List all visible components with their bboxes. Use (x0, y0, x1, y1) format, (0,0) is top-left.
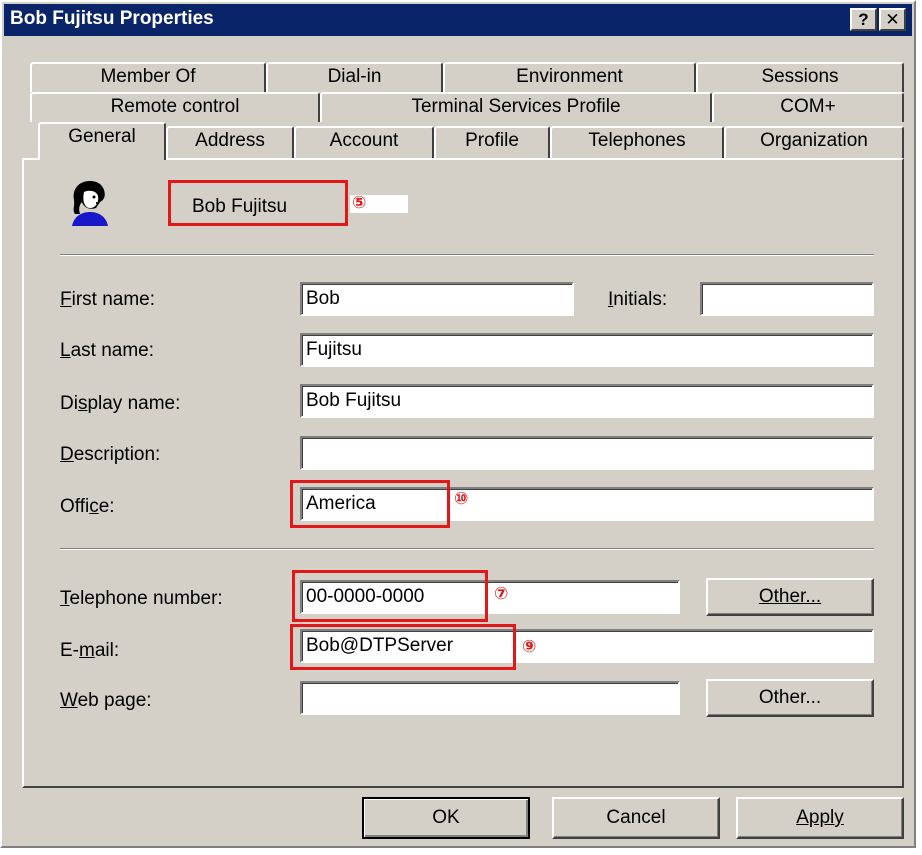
cancel-button-label: Cancel (606, 807, 666, 828)
tab-label: General (68, 126, 136, 147)
tab-label: Terminal Services Profile (411, 96, 621, 117)
description-field[interactable] (300, 436, 874, 470)
callout-7: ⑦ (494, 584, 509, 603)
web-page-label: Web page: (60, 690, 152, 711)
tab-label: Profile (465, 130, 519, 151)
apply-button-label: Apply (796, 807, 844, 828)
tab-dial-in[interactable]: Dial-in (266, 62, 443, 92)
help-icon: ? (858, 9, 869, 29)
tab-label: Organization (760, 130, 868, 151)
highlight-box-email (290, 624, 516, 670)
other-button-label: Other... (758, 687, 822, 708)
last-name-label: Last name: (60, 340, 155, 361)
display-name-label: Display name: (60, 393, 181, 414)
apply-button[interactable]: Apply (736, 797, 904, 839)
tab-com-plus[interactable]: COM+ (712, 92, 904, 122)
tab-label: Address (195, 130, 265, 151)
help-button[interactable]: ? (850, 8, 877, 31)
highlight-box-office (290, 480, 450, 528)
tab-label: Sessions (761, 66, 839, 87)
office-label: Office: (60, 496, 115, 517)
cancel-button[interactable]: Cancel (552, 797, 720, 839)
tab-terminal-services-profile[interactable]: Terminal Services Profile (320, 92, 712, 122)
tab-remote-control[interactable]: Remote control (30, 92, 320, 122)
tab-label: Dial-in (327, 66, 382, 87)
first-name-field[interactable]: Bob (300, 282, 574, 316)
separator (60, 548, 874, 550)
telephone-other-button[interactable]: Other... (706, 578, 874, 616)
last-name-field[interactable]: Fujitsu (300, 333, 874, 367)
tab-account[interactable]: Account (294, 126, 434, 158)
tab-general[interactable]: General (38, 122, 166, 160)
ok-button-label: OK (432, 807, 460, 828)
email-label: E-mail: (60, 640, 120, 661)
tab-label: Member Of (100, 66, 196, 87)
tab-telephones[interactable]: Telephones (550, 126, 724, 158)
initials-label: Initials: (608, 289, 668, 310)
tab-organization[interactable]: Organization (724, 126, 904, 158)
tab-environment[interactable]: Environment (443, 62, 696, 92)
tab-label: Account (329, 130, 399, 151)
web-page-field[interactable] (300, 681, 680, 715)
tab-label: Environment (516, 66, 623, 87)
tab-address[interactable]: Address (166, 126, 294, 158)
web-page-other-button[interactable]: Other... (706, 679, 874, 717)
initials-field[interactable] (700, 282, 874, 316)
highlight-box-telephone (292, 570, 488, 622)
close-button[interactable]: ✕ (879, 8, 906, 31)
other-button-label: Other... (758, 586, 822, 607)
callout-5: ⑤ (352, 193, 367, 212)
first-name-label: First name: (60, 289, 156, 310)
display-name-field[interactable]: Bob Fujitsu (300, 384, 874, 418)
ok-button[interactable]: OK (362, 797, 530, 839)
tab-label: COM+ (780, 96, 836, 117)
telephone-label: Telephone number: (60, 588, 223, 609)
callout-9: ⑨ (522, 637, 537, 656)
title-bar: Bob Fujitsu Properties ? ✕ (4, 4, 912, 36)
highlight-box-name (168, 180, 348, 226)
separator (60, 254, 874, 256)
description-label: Description: (60, 444, 161, 465)
tab-sessions[interactable]: Sessions (696, 62, 904, 92)
user-icon (72, 181, 108, 226)
tab-label: Telephones (588, 130, 686, 151)
tab-label: Remote control (110, 96, 240, 117)
window-title: Bob Fujitsu Properties (10, 8, 214, 29)
tab-member-of[interactable]: Member Of (30, 62, 266, 92)
close-icon: ✕ (885, 9, 900, 29)
callout-10: ⑩ (454, 489, 469, 508)
tab-profile[interactable]: Profile (434, 126, 550, 158)
